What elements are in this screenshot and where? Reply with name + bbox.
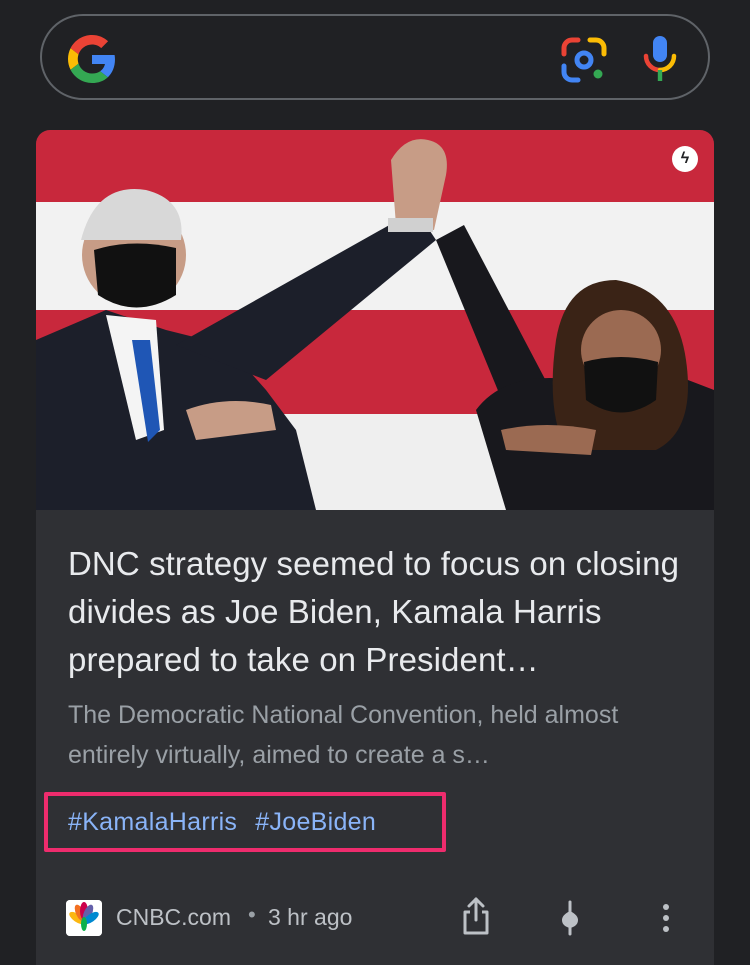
amp-badge: ϟ (672, 146, 698, 172)
more-vert-icon[interactable] (654, 900, 678, 936)
separator-dot: • (248, 902, 256, 927)
share-icon[interactable] (460, 896, 492, 936)
hashtag-kamalaharris[interactable]: #KamalaHarris (68, 808, 237, 837)
hashtag-list: #KamalaHarris #JoeBiden (44, 792, 446, 852)
google-discover-page: ϟ DNC strategy seemed to focus on closin… (0, 0, 750, 965)
article-image[interactable]: ϟ (36, 130, 714, 510)
article-footer: CNBC.com • 3 hr ago (36, 890, 714, 946)
google-lens-icon[interactable] (560, 36, 608, 84)
search-bar[interactable] (40, 14, 710, 100)
source-name[interactable]: CNBC.com (116, 904, 231, 931)
mute-icon[interactable] (558, 900, 582, 936)
hashtag-joebiden[interactable]: #JoeBiden (255, 808, 376, 837)
microphone-icon[interactable] (640, 34, 680, 84)
article-snippet: The Democratic National Convention, held… (68, 701, 619, 769)
article-card[interactable]: ϟ DNC strategy seemed to focus on closin… (36, 130, 714, 965)
article-headline[interactable]: DNC strategy seemed to focus on closing … (68, 540, 698, 684)
cnbc-logo-icon (66, 900, 102, 936)
google-g-icon (68, 35, 115, 83)
article-photo (36, 130, 714, 510)
publish-time: 3 hr ago (268, 904, 353, 930)
